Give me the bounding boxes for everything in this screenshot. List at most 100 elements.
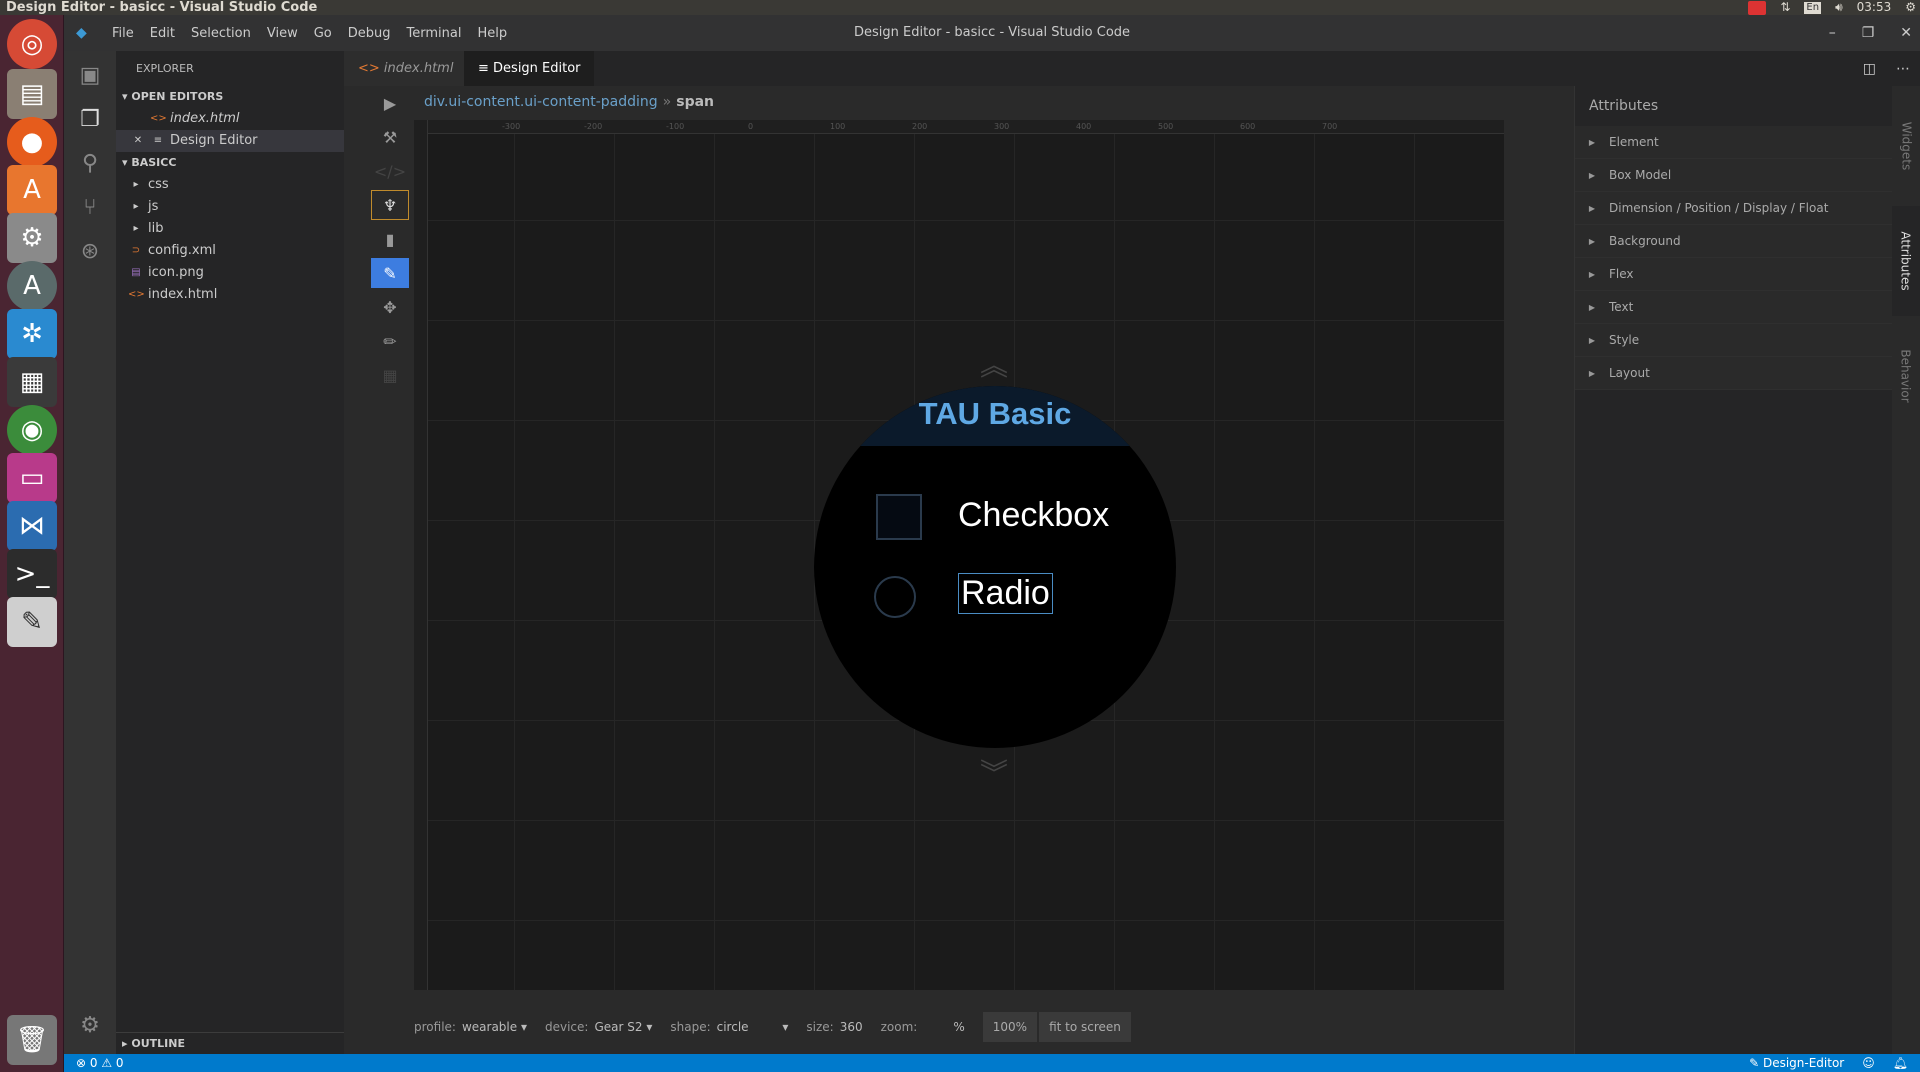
menu-help[interactable]: Help — [469, 26, 515, 41]
settings-icon[interactable]: ⚙ — [7, 213, 57, 263]
radio-label[interactable]: Radio — [958, 573, 1053, 614]
device-select[interactable]: Gear S2 ▾ — [594, 1020, 652, 1034]
move-icon[interactable]: ✥ — [371, 292, 409, 322]
more-icon[interactable]: ⋯ — [1896, 61, 1910, 77]
menu-go[interactable]: Go — [306, 26, 340, 41]
file-icon[interactable]: ▮ — [371, 224, 409, 254]
source-control-icon[interactable]: ⑂ — [76, 193, 104, 221]
size-key: size: — [806, 1020, 834, 1034]
split-editor-icon[interactable]: ◫ — [1863, 61, 1876, 77]
tree-item-file[interactable]: ⊃ config.xml — [116, 240, 344, 262]
attr-section-flex[interactable]: ▶ Flex — [1575, 258, 1892, 291]
vscode-icon[interactable]: ⋈ — [7, 501, 57, 551]
chrome-icon[interactable]: ◉ — [7, 405, 57, 455]
tab-label: Widgets — [1899, 121, 1914, 171]
app-icon[interactable]: ▭ — [7, 453, 57, 503]
design-canvas[interactable]: -300 -200 -100 0 100 200 300 400 500 600… — [414, 120, 1504, 990]
video-icon[interactable]: ▦ — [7, 357, 57, 407]
attr-section-layout[interactable]: ▶ Layout — [1575, 357, 1892, 390]
close-icon[interactable]: ✕ — [130, 130, 146, 152]
tab-attributes[interactable]: Attributes — [1892, 206, 1920, 316]
feedback-icon[interactable]: ☺ — [1862, 1054, 1875, 1072]
watch-title[interactable]: TAU Basic — [814, 396, 1176, 432]
play-icon[interactable]: ▶ — [371, 88, 409, 118]
magic-wand-icon[interactable]: ⚒ — [371, 122, 409, 152]
notifications-bell-icon[interactable]: 🔔︎ — [1893, 1054, 1908, 1072]
open-editor-item[interactable]: ✕ ≡ Design Editor — [116, 130, 344, 152]
search-icon[interactable]: ⚲ — [76, 149, 104, 177]
design-editor-status[interactable]: ✎ Design-Editor — [1749, 1054, 1844, 1072]
explorer-icon[interactable]: ❐ — [76, 105, 104, 133]
ruler-label: 600 — [1240, 122, 1256, 131]
close-icon[interactable]: ✕ — [1900, 25, 1912, 41]
attr-section-text[interactable]: ▶ Text — [1575, 291, 1892, 324]
restore-icon[interactable]: ❐ — [1862, 25, 1875, 41]
terminal-icon[interactable]: >_ — [7, 549, 57, 599]
breadcrumb-item[interactable]: div.ui-content.ui-content-padding — [424, 94, 658, 110]
clock[interactable]: 03:53 — [1857, 0, 1892, 15]
checkbox[interactable] — [876, 494, 922, 540]
tab-index-html[interactable]: <> index.html — [344, 51, 464, 86]
menu-edit[interactable]: Edit — [142, 26, 183, 41]
tree-item-file[interactable]: <> index.html — [116, 284, 344, 306]
radio-button[interactable] — [874, 576, 916, 618]
attr-section-dimension[interactable]: ▶ Dimension / Position / Display / Float — [1575, 192, 1892, 225]
files-icon[interactable]: ▤ — [7, 69, 57, 119]
manage-gear-icon[interactable]: ⚙ — [76, 1011, 104, 1039]
tree-item-folder[interactable]: ▸ js — [116, 196, 344, 218]
checkbox-label[interactable]: Checkbox — [958, 496, 1109, 535]
trash-icon[interactable]: 🗑︎ — [7, 1015, 57, 1065]
record-icon[interactable] — [1748, 0, 1767, 15]
attr-section-element[interactable]: ▶ Element — [1575, 126, 1892, 159]
tab-design-editor[interactable]: ≡ Design Editor ✕ — [464, 51, 594, 111]
project-header[interactable]: ▾ BASICC — [116, 152, 344, 174]
profile-select[interactable]: wearable ▾ — [462, 1020, 527, 1034]
size-value[interactable]: 360 — [840, 1020, 863, 1034]
ubuntu-icon[interactable]: ◎ — [7, 19, 57, 69]
menu-selection[interactable]: Selection — [183, 26, 259, 41]
open-editor-item[interactable]: <> index.html — [116, 108, 344, 130]
tree-item-folder[interactable]: ▸ css — [116, 174, 344, 196]
html-file-icon: <> — [358, 61, 384, 76]
settings-gear-icon[interactable]: ⚙ — [1905, 0, 1916, 15]
zoom-100-button[interactable]: 100% — [982, 1012, 1038, 1042]
design-icon[interactable]: ▣ — [76, 61, 104, 89]
keyboard-language[interactable]: En — [1804, 1, 1822, 14]
volume-icon[interactable]: 🔊︎ — [1835, 0, 1843, 15]
menu-terminal[interactable]: Terminal — [399, 26, 470, 41]
text-editor-icon[interactable]: ✎ — [7, 597, 57, 647]
tree-item-file[interactable]: ▤ icon.png — [116, 262, 344, 284]
minimize-icon[interactable]: – — [1829, 25, 1836, 41]
window-controls: – ❐ ✕ — [1829, 15, 1912, 51]
shape-key: shape: — [670, 1020, 711, 1034]
debug-icon[interactable]: ⊛ — [76, 237, 104, 265]
shape-select[interactable]: circle ▾ — [717, 1020, 789, 1034]
outline-header[interactable]: ▸ OUTLINE — [116, 1032, 344, 1054]
tab-widgets[interactable]: Widgets — [1892, 86, 1920, 206]
tree-item-folder[interactable]: ▸ lib — [116, 218, 344, 240]
tree-icon[interactable]: ♆ — [371, 190, 409, 220]
attr-section-box-model[interactable]: ▶ Box Model — [1575, 159, 1892, 192]
pinwheel-icon[interactable]: ✲ — [7, 309, 57, 359]
ruler-label: -300 — [502, 122, 521, 131]
pencil-icon[interactable]: ✏ — [371, 326, 409, 356]
scroll-down-chevron-icon[interactable]: ︾ — [980, 752, 1008, 792]
firefox-icon[interactable]: ● — [7, 117, 57, 167]
fit-to-screen-button[interactable]: fit to screen — [1039, 1012, 1131, 1042]
menu-view[interactable]: View — [259, 26, 306, 41]
software-center-icon[interactable]: A — [7, 165, 57, 215]
updater-icon[interactable]: A — [7, 261, 57, 311]
attr-section-style[interactable]: ▶ Style — [1575, 324, 1892, 357]
open-editors-header[interactable]: ▾ OPEN EDITORS — [116, 86, 344, 108]
edit-icon[interactable]: ✎ — [371, 258, 409, 288]
scroll-up-chevron-icon[interactable]: ︽ — [980, 344, 1008, 384]
breadcrumb-separator: » — [662, 94, 672, 110]
menu-debug[interactable]: Debug — [340, 26, 399, 41]
menu-file[interactable]: File — [104, 26, 142, 41]
problems-indicator[interactable]: ⊗ 0 ⚠ 0 — [76, 1054, 124, 1072]
breadcrumb-item[interactable]: span — [676, 94, 714, 110]
tab-behavior[interactable]: Behavior — [1892, 316, 1920, 436]
tab-label: index.html — [383, 61, 454, 76]
attr-section-background[interactable]: ▶ Background — [1575, 225, 1892, 258]
network-icon[interactable]: ⇅ — [1780, 0, 1790, 15]
